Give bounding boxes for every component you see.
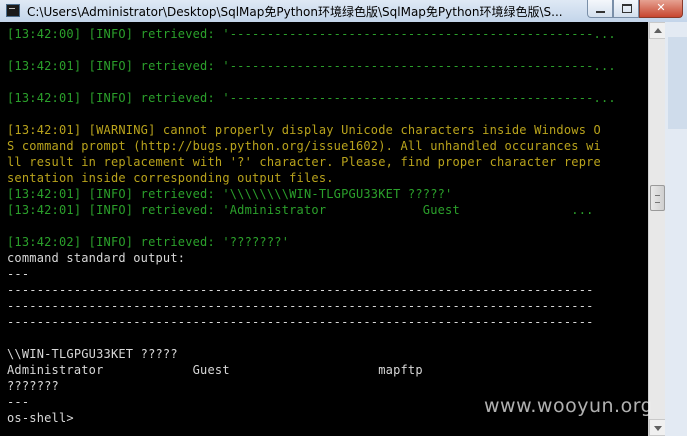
- maximize-button[interactable]: [613, 0, 639, 18]
- console-line: ---: [7, 395, 30, 409]
- console-line: [13:42:01] [INFO] retrieved: '\\\\\\\\WI…: [7, 187, 453, 201]
- console-line: os-shell>: [7, 411, 74, 425]
- background-window-edge: [665, 22, 687, 436]
- window-controls: [587, 0, 683, 19]
- console-output[interactable]: [13:42:00] [INFO] retrieved: '----------…: [0, 22, 648, 436]
- background-window-panel: [668, 37, 687, 129]
- console-line: ll result in replacement with '?' charac…: [7, 155, 601, 169]
- close-button[interactable]: [639, 0, 683, 18]
- console-line: ----------------------------------------…: [7, 299, 594, 313]
- scroll-up-arrow-icon[interactable]: [649, 22, 666, 39]
- console-line: [13:42:01] [INFO] retrieved: '----------…: [7, 59, 616, 73]
- console-line: sentation inside corresponding output fi…: [7, 171, 334, 185]
- console-line: Administrator Guest mapftp: [7, 363, 423, 377]
- minimize-button[interactable]: [587, 0, 613, 18]
- console-line: [13:42:01] [INFO] retrieved: '----------…: [7, 91, 616, 105]
- console-line: ----------------------------------------…: [7, 283, 594, 297]
- console-line: \\WIN-TLGPGU33KET ?????: [7, 347, 178, 361]
- scrollbar-thumb[interactable]: [650, 185, 665, 211]
- console-app-icon: [6, 4, 20, 17]
- console-line: S command prompt (http://bugs.python.org…: [7, 139, 601, 153]
- console-line: command standard output:: [7, 251, 186, 265]
- vertical-scrollbar[interactable]: [648, 22, 666, 436]
- window-title: C:\Users\Administrator\Desktop\SqlMap免Py…: [27, 5, 563, 19]
- title-bar[interactable]: C:\Users\Administrator\Desktop\SqlMap免Py…: [0, 0, 687, 23]
- console-line: [13:42:02] [INFO] retrieved: '???????': [7, 235, 290, 249]
- console-line: [13:42:00] [INFO] retrieved: '----------…: [7, 27, 616, 41]
- watermark: www.wooyun.org: [484, 395, 654, 417]
- console-line: ----------------------------------------…: [7, 315, 594, 329]
- console-line: [13:42:01] [WARNING] cannot properly dis…: [7, 123, 601, 137]
- console-line: ???????: [7, 379, 59, 393]
- console-line: [13:42:01] [INFO] retrieved: 'Administra…: [7, 203, 594, 217]
- scroll-down-arrow-icon[interactable]: [649, 419, 666, 436]
- console-line: ---: [7, 267, 30, 281]
